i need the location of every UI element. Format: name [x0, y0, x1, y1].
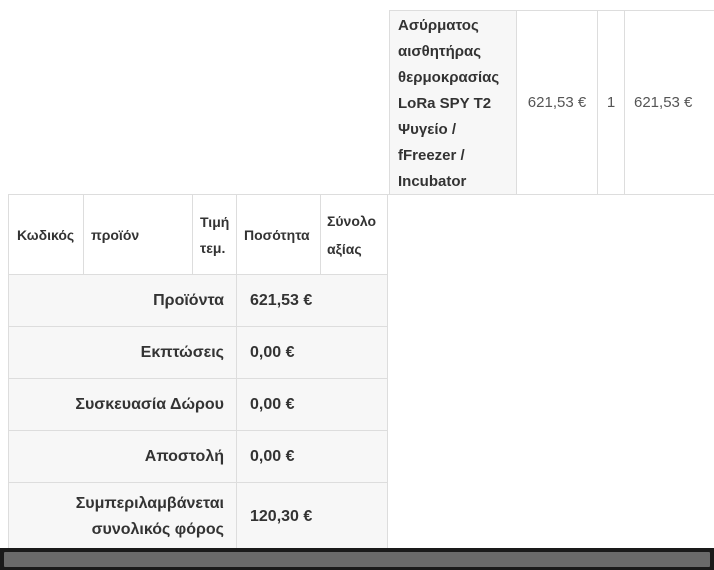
header-quantity: Ποσότητα: [236, 194, 321, 275]
header-code: Κωδικός: [8, 194, 84, 275]
product-total-cell: 621,53 €: [624, 10, 714, 195]
summary-discounts-label: Εκπτώσεις: [8, 326, 237, 379]
summary-gift-wrap-value: 0,00 €: [236, 378, 388, 431]
summary-tax-value: 120,30 €: [236, 482, 388, 552]
product-row-empty-cell: [8, 10, 390, 195]
header-unit-price: Τιμή τεμ.: [192, 194, 237, 275]
summary-gift-wrap-label: Συσκευασία Δώρου: [8, 378, 237, 431]
summary-discounts-value: 0,00 €: [236, 326, 388, 379]
summary-shipping-label: Αποστολή: [8, 430, 237, 483]
summary-products-label: Προϊόντα: [8, 274, 237, 327]
header-product: προϊόν: [83, 194, 193, 275]
horizontal-scrollbar-thumb[interactable]: [4, 552, 710, 567]
summary-shipping-value: 0,00 €: [236, 430, 388, 483]
product-quantity-cell: 1: [597, 10, 625, 195]
summary-tax-label: Συμπεριλαμβάνεται συνολικός φόρος: [8, 482, 237, 552]
summary-products-value: 621,53 €: [236, 274, 388, 327]
product-name-cell: Ασύρματος αισθητήρας θερμοκρασίας LoRa S…: [389, 10, 517, 195]
header-total-value: Σύνολο αξίας: [320, 194, 388, 275]
product-unit-price-cell: 621,53 €: [516, 10, 598, 195]
